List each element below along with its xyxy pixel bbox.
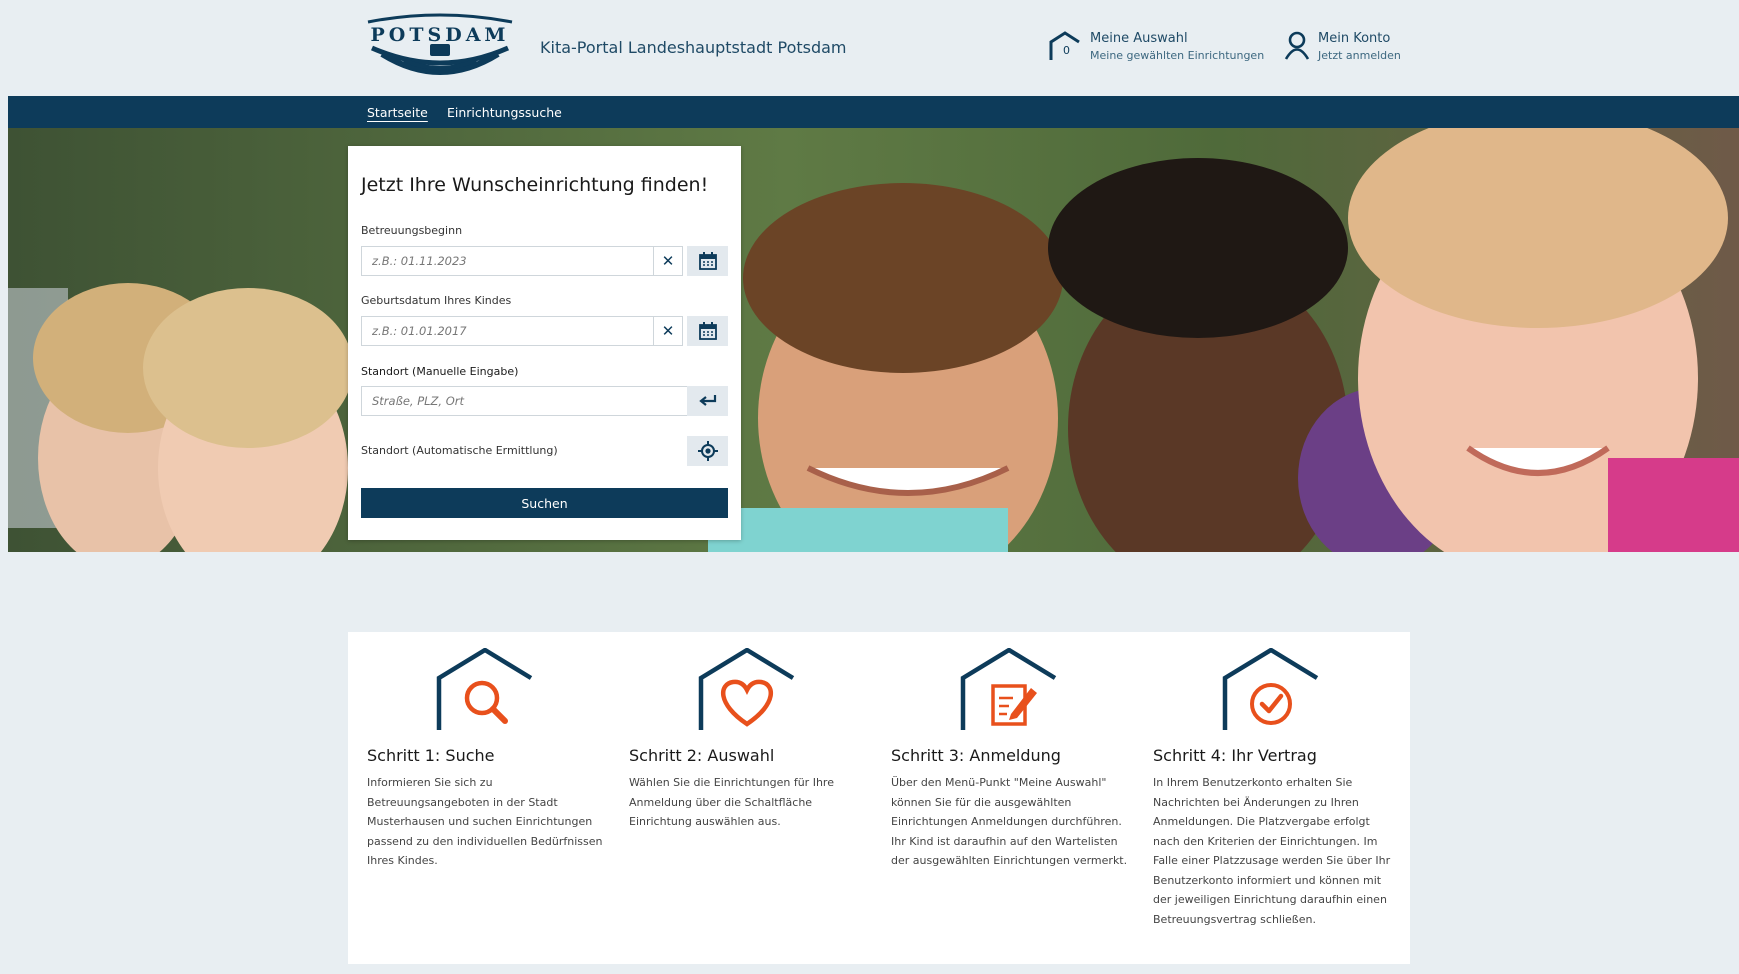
my-account-subtitle: Jetzt anmelden: [1318, 49, 1401, 62]
my-account-link[interactable]: Mein Konto Jetzt anmelden: [1284, 30, 1401, 64]
house-outline-icon: 0: [1049, 31, 1080, 60]
step-text: In Ihrem Benutzerkonto erhalten Sie Nach…: [1153, 776, 1391, 926]
document-edit-icon: [960, 648, 1057, 730]
magnifier-icon: [436, 648, 533, 730]
my-selection-link[interactable]: 0 Meine Auswahl Meine gewählten Einricht…: [1048, 30, 1264, 64]
my-selection-title: Meine Auswahl: [1090, 31, 1188, 46]
calendar-icon: [698, 252, 717, 270]
locate-me-button[interactable]: [687, 436, 728, 466]
step-title: Schritt 3: Anmeldung: [891, 746, 1061, 765]
check-circle-icon: [1222, 648, 1319, 730]
heart-icon: [698, 648, 795, 730]
start-date-label: Betreuungsbeginn: [361, 224, 463, 237]
user-icon: [1284, 31, 1310, 60]
birth-date-field: [361, 316, 654, 346]
location-input[interactable]: [362, 387, 687, 415]
search-title: Jetzt Ihre Wunscheinrichtung finden!: [361, 174, 709, 196]
close-icon: ✕: [661, 322, 675, 340]
location-field: [361, 386, 688, 416]
step-2: Schritt 2: Auswahl Wählen Sie die Einric…: [629, 648, 869, 832]
step-text: Informieren Sie sich zu Betreuungsangebo…: [367, 776, 603, 867]
close-icon: ✕: [661, 252, 675, 270]
nav-item-startseite[interactable]: Startseite: [367, 105, 428, 120]
step-text: Wählen Sie die Einrichtungen für Ihre An…: [629, 776, 834, 828]
clear-birth-date-button[interactable]: ✕: [653, 316, 683, 346]
hero-image: [8, 128, 1739, 552]
birth-date-input[interactable]: [362, 317, 653, 345]
search-card: Jetzt Ihre Wunscheinrichtung finden! Bet…: [348, 146, 741, 540]
crosshair-icon: [697, 441, 718, 461]
step-title: Schritt 2: Auswahl: [629, 746, 775, 765]
search-submit-button[interactable]: Suchen: [361, 488, 728, 518]
birth-date-label: Geburtsdatum Ihres Kindes: [361, 294, 512, 307]
birth-date-calendar-button[interactable]: [687, 316, 728, 346]
clear-start-date-button[interactable]: ✕: [653, 246, 683, 276]
selection-count: 0: [1063, 44, 1070, 57]
start-date-field: [361, 246, 654, 276]
step-title: Schritt 1: Suche: [367, 746, 495, 765]
location-submit-button[interactable]: [687, 386, 728, 416]
site-title[interactable]: Kita-Portal Landeshauptstadt Potsdam: [540, 38, 847, 57]
header: POTSDAM Kita-Portal Landeshauptstadt Pot…: [8, 0, 1739, 96]
location-manual-label: Standort (Manuelle Eingabe): [361, 365, 519, 378]
potsdam-logo[interactable]: POTSDAM: [360, 8, 520, 92]
my-selection-subtitle: Meine gewählten Einrichtungen: [1090, 49, 1265, 62]
location-auto-label: Standort (Automatische Ermittlung): [361, 444, 558, 457]
my-account-title: Mein Konto: [1318, 31, 1391, 46]
logo-text: POTSDAM: [371, 24, 510, 46]
step-3: Schritt 3: Anmeldung Über den Menü-Punkt…: [891, 648, 1131, 871]
nav-item-einrichtungssuche[interactable]: Einrichtungssuche: [447, 105, 562, 120]
calendar-icon: [698, 322, 717, 340]
main-nav: Startseite Einrichtungssuche: [8, 96, 1739, 128]
step-4: Schritt 4: Ihr Vertrag In Ihrem Benutzer…: [1153, 648, 1393, 929]
step-title: Schritt 4: Ihr Vertrag: [1153, 746, 1317, 765]
step-text: Über den Menü-Punkt "Meine Auswahl" könn…: [891, 776, 1128, 867]
start-date-calendar-button[interactable]: [687, 246, 728, 276]
step-1: Schritt 1: Suche Informieren Sie sich zu…: [367, 648, 607, 871]
start-date-input[interactable]: [362, 247, 653, 275]
page: POTSDAM Kita-Portal Landeshauptstadt Pot…: [8, 0, 1739, 974]
steps-section: Schritt 1: Suche Informieren Sie sich zu…: [348, 632, 1410, 964]
enter-arrow-icon: [698, 395, 716, 406]
